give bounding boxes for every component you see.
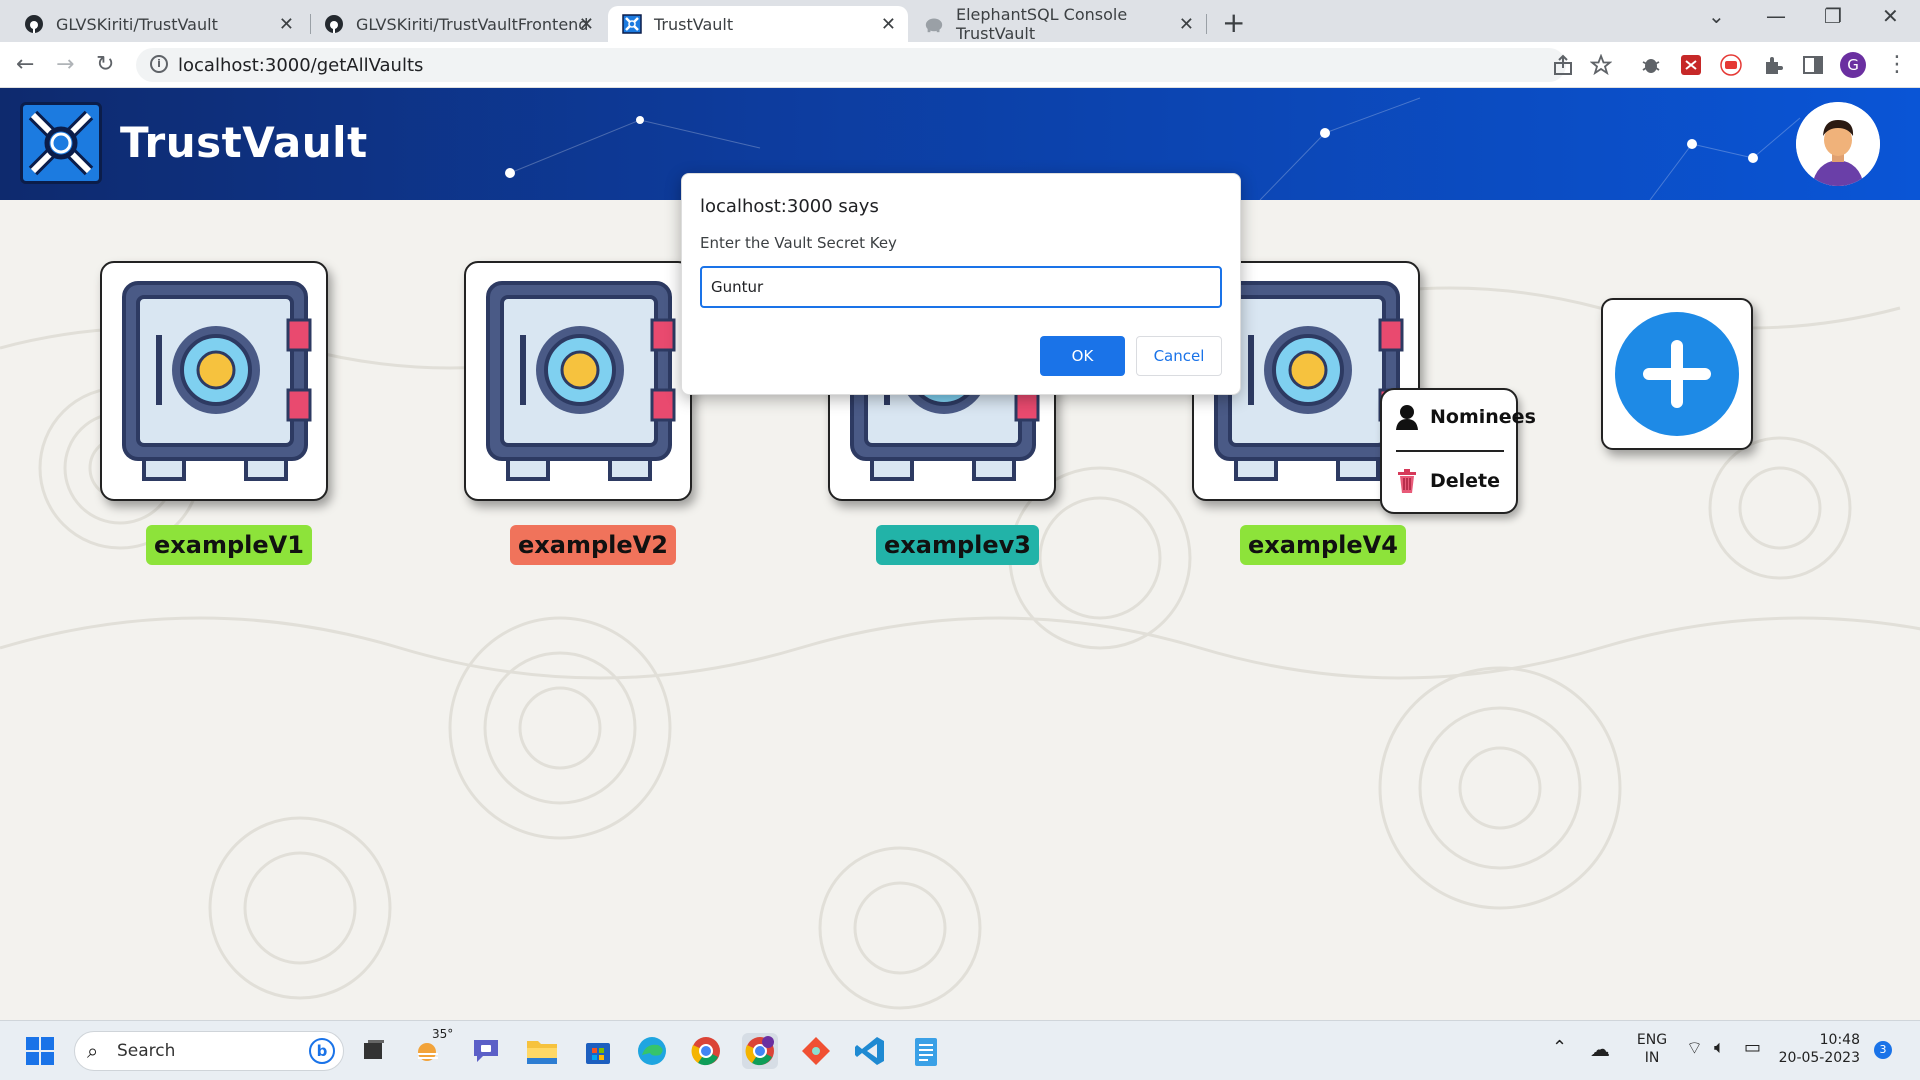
clock-time: 10:48 <box>1819 1032 1860 1048</box>
tab-separator <box>1206 14 1207 34</box>
tab-title: ElephantSQL Console TrustVault <box>956 5 1128 43</box>
plus-icon <box>1615 312 1739 436</box>
search-placeholder: Search <box>117 1041 176 1061</box>
language-indicator[interactable]: ENG IN <box>1636 1031 1668 1067</box>
language-code: ENG <box>1636 1032 1668 1048</box>
delete-label: Delete <box>1430 470 1501 492</box>
bing-icon[interactable]: b <box>309 1038 335 1064</box>
red-extension-icon[interactable] <box>1680 54 1702 76</box>
prompt-dialog: localhost:3000 says Enter the Vault Secr… <box>681 173 1241 395</box>
vscode-icon[interactable] <box>852 1033 888 1069</box>
page-content: TrustVault exampleV1 exampleV2 examplev3… <box>0 88 1920 1020</box>
clock[interactable]: 10:48 20-05-2023 <box>1776 1031 1860 1067</box>
close-icon[interactable]: ✕ <box>279 14 294 35</box>
trustvault-icon <box>622 14 642 34</box>
secret-key-input[interactable] <box>700 266 1222 308</box>
chrome-profile-g-icon[interactable] <box>742 1033 778 1069</box>
microsoft-store-icon[interactable] <box>580 1033 616 1069</box>
vault-card-examplev2[interactable] <box>464 261 692 501</box>
brand-name: TrustVault <box>120 118 368 167</box>
notepad-icon[interactable] <box>908 1033 944 1069</box>
battery-icon[interactable]: ▭ <box>1744 1037 1761 1058</box>
window-close-button[interactable]: ✕ <box>1882 4 1899 28</box>
url-field[interactable]: i localhost:3000/getAllVaults <box>136 48 1566 82</box>
tab-title: GLVSKiriti/TrustVaultFrontend <box>356 14 589 34</box>
search-icon: ⌕ <box>87 1039 99 1063</box>
url-text: localhost:3000/getAllVaults <box>178 54 424 76</box>
tab-search-chevron-icon[interactable]: ⌄ <box>1708 4 1725 28</box>
git-app-icon[interactable] <box>798 1033 834 1069</box>
vault-name-label[interactable]: examplev3 <box>876 525 1039 565</box>
browser-tab-strip: GLVSKiriti/TrustVault ✕ GLVSKiriti/Trust… <box>0 0 1920 43</box>
chat-app-icon[interactable] <box>468 1033 504 1069</box>
address-bar: ← → ↻ i localhost:3000/getAllVaults G ⋮ <box>0 42 1920 88</box>
close-icon[interactable]: ✕ <box>579 14 594 35</box>
tab-elephantsql[interactable]: ElephantSQL Console TrustVault ✕ <box>910 5 1206 43</box>
new-tab-button[interactable]: + <box>1222 6 1245 39</box>
trustvault-logo-icon[interactable] <box>20 102 102 184</box>
close-icon[interactable]: ✕ <box>1179 14 1194 35</box>
tab-trustvault[interactable]: TrustVault ✕ <box>608 6 908 42</box>
recorder-extension-icon[interactable] <box>1720 54 1742 76</box>
ok-button[interactable]: OK <box>1040 336 1125 376</box>
dialog-message: Enter the Vault Secret Key <box>700 234 897 252</box>
wifi-icon[interactable]: ⌔ <box>1686 1037 1703 1060</box>
taskbar-search[interactable]: ⌕ Search b <box>74 1031 344 1071</box>
tray-chevron-up-icon[interactable]: ⌃ <box>1552 1037 1567 1058</box>
onedrive-cloud-icon[interactable]: ☁ <box>1590 1037 1610 1061</box>
cancel-button[interactable]: Cancel <box>1136 336 1222 376</box>
elephant-icon <box>924 14 944 34</box>
github-icon <box>324 14 344 34</box>
user-avatar[interactable] <box>1796 102 1880 186</box>
back-arrow-icon[interactable]: ← <box>16 52 34 77</box>
trash-icon <box>1394 468 1420 494</box>
person-icon <box>1394 404 1420 430</box>
add-vault-button[interactable] <box>1601 298 1753 450</box>
forward-arrow-icon[interactable]: → <box>56 52 74 77</box>
github-icon <box>24 14 44 34</box>
menu-divider <box>1396 450 1504 452</box>
notification-badge[interactable]: 3 <box>1874 1041 1892 1059</box>
close-icon[interactable]: ✕ <box>881 14 896 35</box>
browser-menu-icon[interactable]: ⋮ <box>1886 52 1908 77</box>
extensions-puzzle-icon[interactable] <box>1762 54 1784 76</box>
share-icon[interactable] <box>1552 54 1574 76</box>
weather-widget-icon[interactable]: 35° <box>412 1027 453 1069</box>
safe-icon <box>122 281 312 481</box>
volume-icon[interactable]: 🔈︎ <box>1714 1037 1725 1058</box>
nominees-menu-item[interactable]: Nominees <box>1394 404 1536 430</box>
minimize-button[interactable]: — <box>1766 4 1786 28</box>
edge-browser-icon[interactable] <box>634 1033 670 1069</box>
delete-menu-item[interactable]: Delete <box>1394 468 1500 494</box>
profile-avatar[interactable]: G <box>1840 52 1866 78</box>
weather-temperature: 35° <box>432 1027 454 1041</box>
bug-extension-icon[interactable] <box>1640 54 1662 76</box>
vault-name-label[interactable]: exampleV2 <box>510 525 676 565</box>
tab-title: GLVSKiriti/TrustVault <box>56 14 218 34</box>
task-view-icon[interactable] <box>356 1033 392 1069</box>
chrome-icon[interactable] <box>688 1033 724 1069</box>
bookmark-star-icon[interactable] <box>1590 54 1612 76</box>
maximize-button[interactable]: ❐ <box>1824 4 1842 28</box>
safe-icon <box>486 281 676 481</box>
clock-date: 20-05-2023 <box>1778 1050 1860 1066</box>
vault-card-examplev1[interactable] <box>100 261 328 501</box>
file-explorer-icon[interactable] <box>524 1033 560 1069</box>
vault-name-label[interactable]: exampleV1 <box>146 525 312 565</box>
taskbar: ⌕ Search b 35° ⌃ ☁ ENG IN ⌔ 🔈︎ ▭ 10:48 2… <box>0 1020 1920 1080</box>
tab-github-trustvault[interactable]: GLVSKiriti/TrustVault ✕ <box>10 6 306 42</box>
site-info-icon[interactable]: i <box>150 55 168 73</box>
windows-start-icon[interactable] <box>22 1033 58 1069</box>
reload-icon[interactable]: ↻ <box>96 52 114 77</box>
region-code: IN <box>1644 1050 1660 1066</box>
side-panel-icon[interactable] <box>1802 54 1824 76</box>
dialog-title: localhost:3000 says <box>700 196 879 217</box>
vault-name-label[interactable]: exampleV4 <box>1240 525 1406 565</box>
tab-title: TrustVault <box>654 14 734 34</box>
vault-context-menu: Nominees Delete <box>1380 388 1536 514</box>
tab-github-trustvaultfrontend[interactable]: GLVSKiriti/TrustVaultFrontend ✕ <box>310 6 606 42</box>
nominees-label: Nominees <box>1430 406 1536 428</box>
